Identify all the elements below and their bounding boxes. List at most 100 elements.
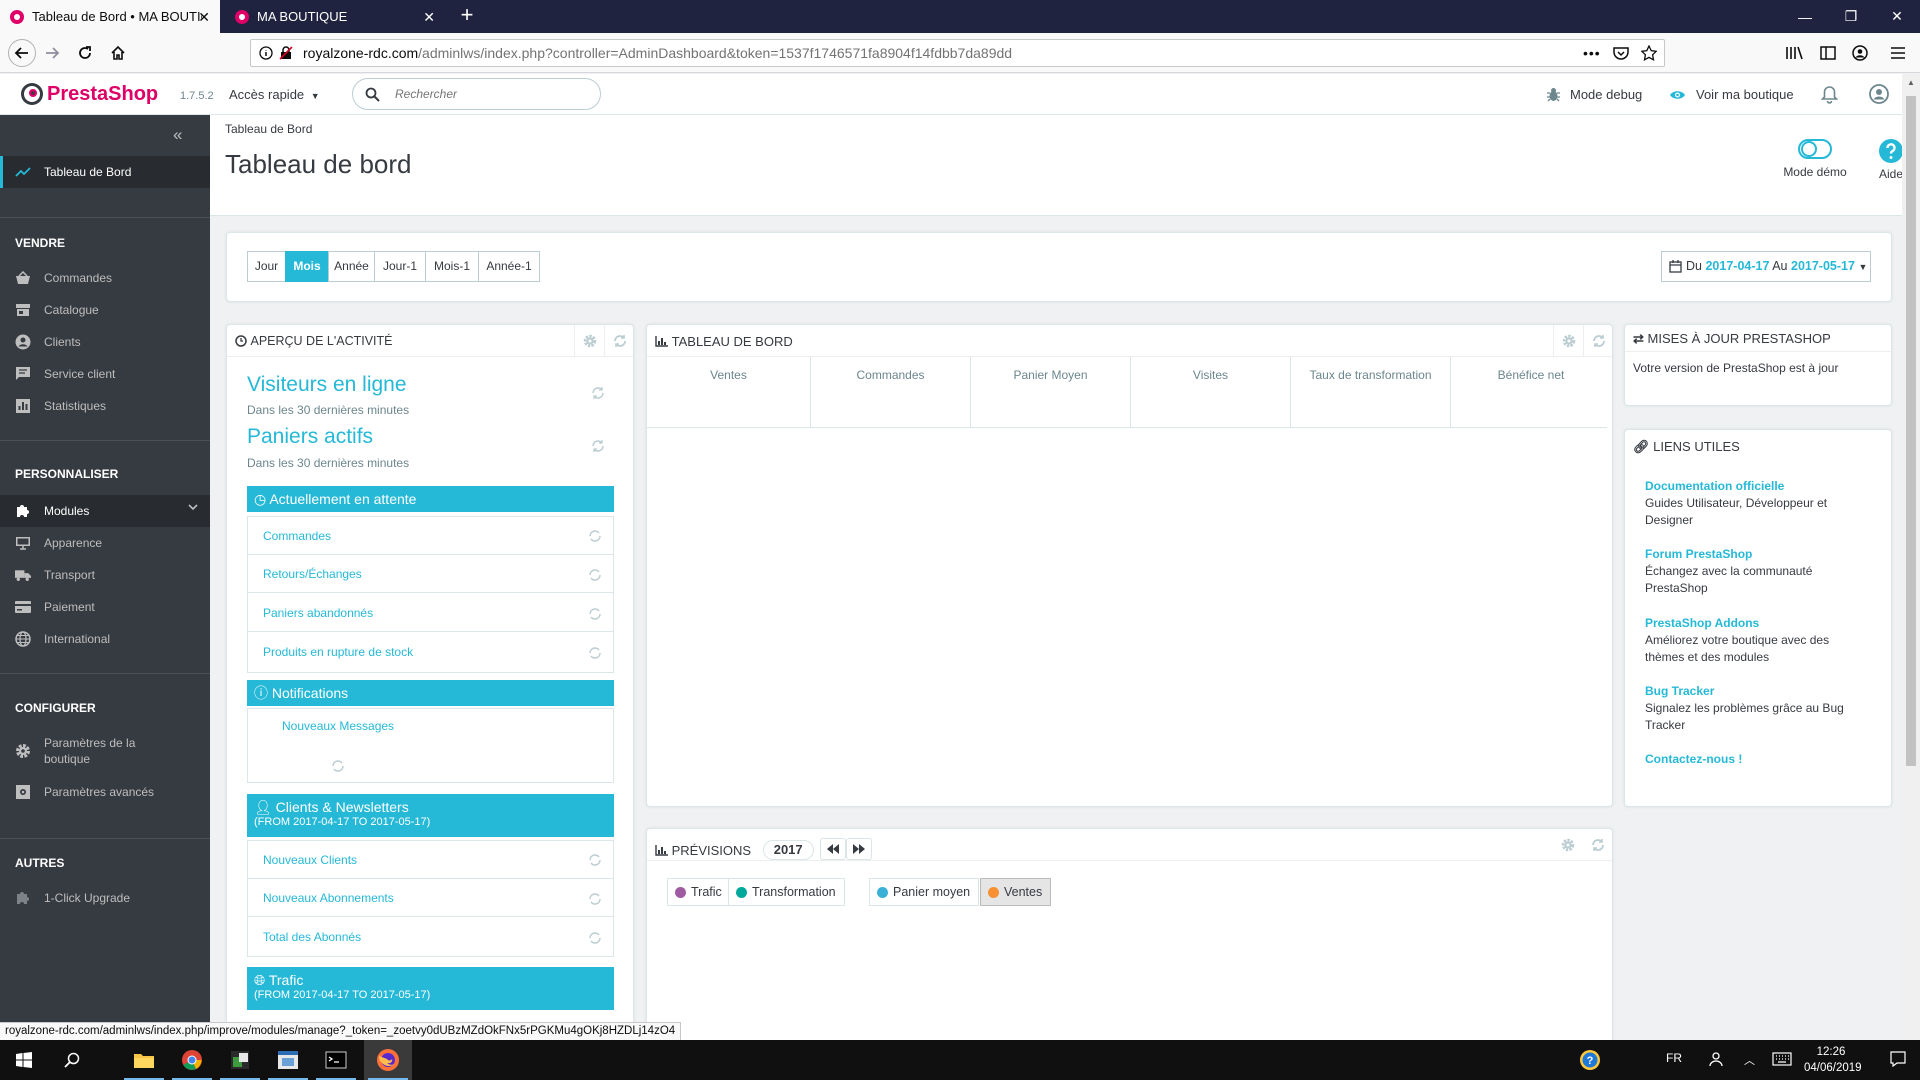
total-subscribers-link[interactable]: Total des Abonnés xyxy=(248,918,613,956)
sidebar-item-catalog[interactable]: Catalogue xyxy=(0,294,210,326)
sidebar-toggle-button[interactable] xyxy=(1816,41,1840,65)
date-range-picker[interactable]: Du 2017-04-17 Au 2017-05-17 ▼ xyxy=(1661,251,1871,282)
debug-mode-link[interactable]: Mode debug xyxy=(1546,87,1642,102)
file-explorer-icon[interactable] xyxy=(120,1040,168,1080)
scroll-up-icon[interactable]: ▲ xyxy=(1907,78,1915,87)
home-button[interactable] xyxy=(106,41,130,65)
notifications-bell-icon[interactable] xyxy=(1821,85,1838,104)
new-messages-link[interactable]: Nouveaux Messages xyxy=(282,719,394,733)
scrollbar-thumb[interactable] xyxy=(1906,96,1916,766)
close-tab-icon[interactable]: ✕ xyxy=(198,9,210,26)
legend-average-cart[interactable]: Panier moyen xyxy=(869,878,980,906)
contact-link[interactable]: Contactez-nous ! xyxy=(1645,752,1742,766)
info-icon[interactable] xyxy=(259,46,273,60)
period-prev-day-button[interactable]: Jour-1 xyxy=(374,251,426,282)
close-tab-icon[interactable]: ✕ xyxy=(423,9,435,26)
bookmark-star-icon[interactable] xyxy=(1641,45,1657,61)
sidebar-item-payment[interactable]: Paiement xyxy=(0,591,210,623)
next-year-button[interactable] xyxy=(846,838,873,860)
demo-mode-toggle[interactable]: Mode démo xyxy=(1775,138,1855,179)
pending-returns-link[interactable]: Retours/Échanges xyxy=(248,555,613,593)
legend-sales[interactable]: Ventes xyxy=(980,878,1052,906)
sidebar-item-customer-service[interactable]: Service client xyxy=(0,358,210,390)
back-button[interactable] xyxy=(8,39,36,67)
period-prev-month-button[interactable]: Mois-1 xyxy=(425,251,479,282)
sidebar-item-stats[interactable]: Statistiques xyxy=(0,390,210,422)
pocket-icon[interactable] xyxy=(1613,46,1629,60)
sidebar-item-orders[interactable]: Commandes xyxy=(0,262,210,294)
terminal-icon[interactable] xyxy=(312,1040,360,1080)
forward-button[interactable] xyxy=(40,41,64,65)
reload-button[interactable] xyxy=(73,41,97,65)
legend-traffic[interactable]: Trafic xyxy=(667,878,731,906)
pending-orders-link[interactable]: Commandes xyxy=(248,517,613,555)
search-input[interactable] xyxy=(395,85,590,103)
bug-tracker-link[interactable]: Bug Tracker xyxy=(1645,684,1714,698)
help-tray-icon[interactable]: ? xyxy=(1566,1040,1614,1080)
forum-link[interactable]: Forum PrestaShop xyxy=(1645,547,1752,561)
search-icon[interactable] xyxy=(365,87,380,102)
people-icon[interactable] xyxy=(1708,1051,1724,1067)
kpi-sales[interactable]: Ventes xyxy=(647,357,811,427)
addons-link[interactable]: PrestaShop Addons xyxy=(1645,616,1759,630)
firefox-icon[interactable] xyxy=(364,1040,412,1080)
previous-year-button[interactable] xyxy=(820,838,847,860)
new-customers-link[interactable]: Nouveaux Clients xyxy=(248,841,613,879)
pending-abandoned-carts-link[interactable]: Paniers abandonnés xyxy=(248,594,613,632)
menu-button[interactable] xyxy=(1886,41,1910,65)
view-shop-link[interactable]: Voir ma boutique xyxy=(1669,87,1794,102)
search-icon[interactable] xyxy=(48,1040,96,1080)
configure-gear-icon[interactable] xyxy=(574,325,604,357)
refresh-icon[interactable] xyxy=(604,325,633,357)
sidebar-item-shop-parameters[interactable]: Paramètres de la boutique xyxy=(0,729,210,771)
breadcrumb[interactable]: Tableau de Bord xyxy=(225,122,312,136)
chevron-up-icon[interactable]: ︿ xyxy=(1744,1052,1755,1068)
period-prev-year-button[interactable]: Année-1 xyxy=(478,251,540,282)
period-day-button[interactable]: Jour xyxy=(247,251,286,282)
legend-conversion[interactable]: Transformation xyxy=(728,878,845,906)
collapse-menu-icon[interactable]: « xyxy=(173,125,182,145)
period-year-button[interactable]: Année xyxy=(328,251,375,282)
kpi-net-profit[interactable]: Bénéfice net xyxy=(1451,357,1611,427)
kpi-average-cart[interactable]: Panier Moyen xyxy=(971,357,1131,427)
sidebar-item-appearance[interactable]: Apparence xyxy=(0,527,210,559)
new-subscriptions-link[interactable]: Nouveaux Abonnements xyxy=(248,879,613,917)
sidebar-item-advanced-parameters-row[interactable]: Paramètres avancés xyxy=(0,776,210,808)
browser-tab[interactable]: MA BOUTIQUE ✕ xyxy=(225,0,445,33)
pending-out-of-stock-link[interactable]: Produits en rupture de stock xyxy=(248,633,613,671)
app-icon-window[interactable] xyxy=(264,1040,312,1080)
language-indicator[interactable]: FR xyxy=(1666,1051,1682,1065)
sidebar-item-one-click-upgrade[interactable]: 1-Click Upgrade xyxy=(0,882,210,914)
sidebar-item-shipping[interactable]: Transport xyxy=(0,559,210,591)
insecure-lock-icon[interactable] xyxy=(279,46,293,60)
browser-tab-active[interactable]: Tableau de Bord • MA BOUTIQUE ✕ xyxy=(0,0,220,33)
windows-start-icon[interactable] xyxy=(0,1040,48,1080)
employee-account-icon[interactable] xyxy=(1869,84,1889,104)
kpi-orders[interactable]: Commandes xyxy=(811,357,971,427)
app-icon-green[interactable] xyxy=(216,1040,264,1080)
action-center-icon[interactable] xyxy=(1890,1051,1906,1067)
clock[interactable]: 12:26 04/06/2019 xyxy=(1804,1044,1862,1076)
chrome-icon[interactable] xyxy=(168,1040,216,1080)
new-tab-button[interactable]: + xyxy=(455,4,479,28)
refresh-icon[interactable] xyxy=(1583,325,1613,357)
documentation-link[interactable]: Documentation officielle xyxy=(1645,479,1784,493)
refresh-icon[interactable] xyxy=(1583,829,1613,861)
minimize-window-button[interactable]: — xyxy=(1782,0,1828,33)
account-button[interactable] xyxy=(1848,41,1872,65)
close-window-button[interactable]: ✕ xyxy=(1874,0,1920,33)
sidebar-item-international[interactable]: International xyxy=(0,623,210,655)
configure-gear-icon[interactable] xyxy=(1553,325,1583,357)
sidebar-item-dashboard[interactable]: Tableau de Bord xyxy=(0,156,210,188)
configure-gear-icon[interactable] xyxy=(1553,829,1583,861)
page-actions-icon[interactable]: ••• xyxy=(1583,40,1601,66)
sidebar-item-customers[interactable]: Clients xyxy=(0,326,210,358)
library-button[interactable] xyxy=(1782,41,1806,65)
kpi-conversion[interactable]: Taux de transformation xyxy=(1291,357,1451,427)
page-scrollbar[interactable]: ▲ xyxy=(1902,74,1920,1040)
url-bar[interactable]: royalzone-rdc.com/adminlws/index.php?con… xyxy=(250,39,1665,67)
sidebar-item-modules[interactable]: Modules xyxy=(0,495,210,527)
keyboard-icon[interactable] xyxy=(1772,1052,1792,1066)
period-month-button[interactable]: Mois xyxy=(285,251,329,282)
kpi-visits[interactable]: Visites xyxy=(1131,357,1291,427)
